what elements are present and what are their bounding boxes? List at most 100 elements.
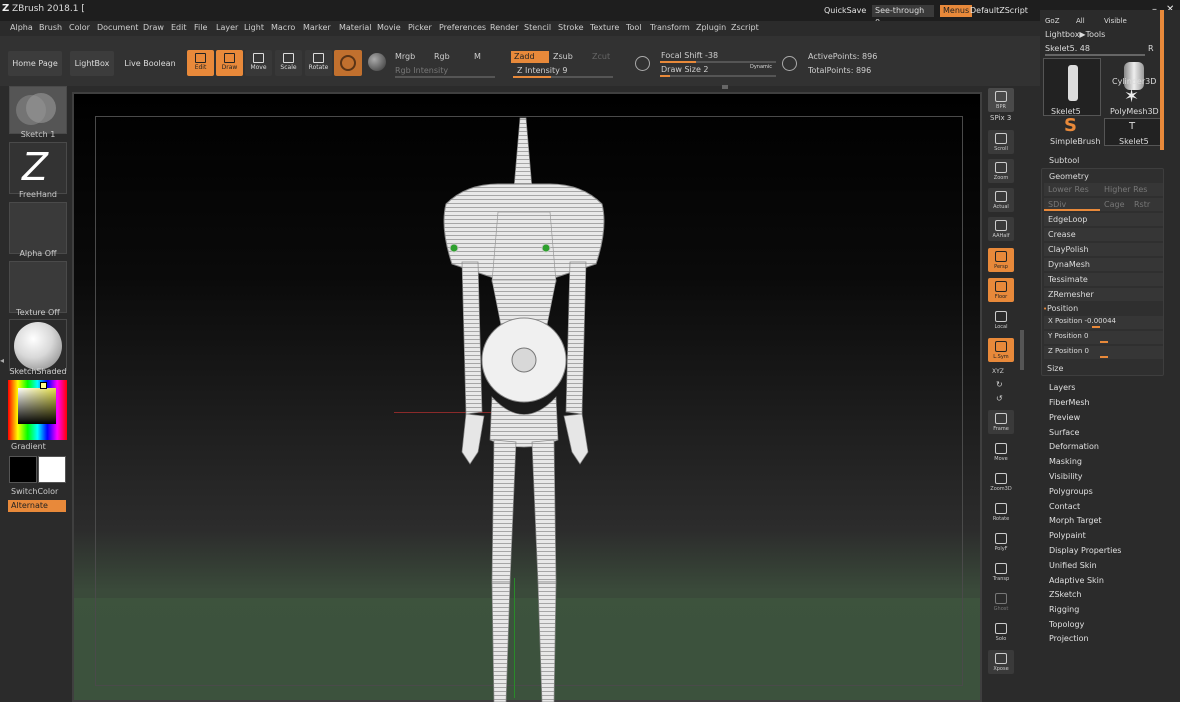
- shelf-resize-handle[interactable]: [722, 85, 728, 89]
- quicksave-button[interactable]: QuickSave: [824, 6, 866, 15]
- color-square[interactable]: [18, 388, 56, 424]
- collapse-arrow-icon[interactable]: ◂: [0, 356, 4, 368]
- menu-tool[interactable]: Tool: [626, 23, 642, 32]
- cage-button[interactable]: Cage: [1104, 200, 1125, 209]
- menu-edit[interactable]: Edit: [171, 23, 187, 32]
- zremesher-button[interactable]: ZRemesher: [1044, 288, 1163, 301]
- focal-shift-slider[interactable]: Focal Shift -38: [661, 51, 718, 60]
- menu-zscript[interactable]: Zscript: [731, 23, 759, 32]
- frame-button[interactable]: Frame: [988, 410, 1014, 434]
- zadd-toggle[interactable]: Zadd: [511, 51, 549, 63]
- claypolish-button[interactable]: ClayPolish: [1044, 243, 1163, 256]
- home-page-button[interactable]: Home Page: [8, 51, 62, 76]
- lightbox-button[interactable]: LightBox: [70, 51, 114, 76]
- scroll-button[interactable]: Scroll: [988, 130, 1014, 154]
- unified-skin-section[interactable]: Unified Skin: [1049, 561, 1097, 570]
- material-sphere-button[interactable]: [334, 50, 362, 76]
- edit-mode-button[interactable]: Edit: [187, 50, 214, 76]
- y-rotation-icon[interactable]: ↻: [996, 380, 1003, 389]
- layers-section[interactable]: Layers: [1049, 383, 1075, 392]
- draw-mode-button[interactable]: Draw: [216, 50, 243, 76]
- alternate-button[interactable]: Alternate: [8, 500, 66, 512]
- preview-section[interactable]: Preview: [1049, 413, 1080, 422]
- bpr-button[interactable]: BPR: [988, 88, 1014, 112]
- size-section[interactable]: Size: [1047, 364, 1063, 373]
- menu-material[interactable]: Material: [339, 23, 372, 32]
- z-intensity-slider[interactable]: Z Intensity 9: [517, 66, 567, 75]
- menu-stroke[interactable]: Stroke: [558, 23, 584, 32]
- lsym-button[interactable]: L.Sym: [988, 338, 1014, 362]
- see-through-slider[interactable]: See-through 0: [872, 5, 934, 27]
- xpose-button[interactable]: Xpose: [988, 650, 1014, 674]
- crease-button[interactable]: Crease: [1044, 228, 1163, 241]
- rgb-intensity-slider[interactable]: Rgb Intensity: [395, 66, 448, 75]
- menu-alpha[interactable]: Alpha: [10, 23, 33, 32]
- skelet-count-slider[interactable]: Skelet5. 48: [1045, 44, 1090, 53]
- texture-thumb[interactable]: [9, 261, 67, 313]
- zoom-button[interactable]: Zoom: [988, 159, 1014, 183]
- x-position-slider[interactable]: X Position -0.00044: [1044, 316, 1163, 329]
- menu-zplugin[interactable]: Zplugin: [696, 23, 726, 32]
- contact-section[interactable]: Contact: [1049, 502, 1080, 511]
- zcut-toggle[interactable]: Zcut: [592, 52, 610, 61]
- morph-target-section[interactable]: Morph Target: [1049, 516, 1102, 525]
- skeleton-model[interactable]: [374, 112, 674, 702]
- display-properties-section[interactable]: Display Properties: [1049, 546, 1121, 555]
- move-view-button[interactable]: Move: [988, 440, 1014, 464]
- menu-picker[interactable]: Picker: [408, 23, 432, 32]
- menu-document[interactable]: Document: [97, 23, 138, 32]
- polygroups-section[interactable]: Polygroups: [1049, 487, 1093, 496]
- zsub-toggle[interactable]: Zsub: [553, 52, 573, 61]
- r-button[interactable]: R: [1148, 44, 1154, 53]
- sketch-brush-thumb[interactable]: [9, 86, 67, 134]
- canvas-viewport[interactable]: [72, 92, 982, 702]
- menu-preferences[interactable]: Preferences: [439, 23, 486, 32]
- goz-button[interactable]: GoZ: [1045, 17, 1060, 25]
- local-button[interactable]: Local: [988, 308, 1014, 332]
- menu-color[interactable]: Color: [69, 23, 90, 32]
- menu-movie[interactable]: Movie: [377, 23, 401, 32]
- freehand-stroke-thumb[interactable]: Z: [9, 142, 67, 194]
- menu-brush[interactable]: Brush: [39, 23, 62, 32]
- menu-light[interactable]: Light: [244, 23, 264, 32]
- lightbox-tools-button[interactable]: Lightbox▶Tools: [1045, 30, 1105, 39]
- color-sphere-icon[interactable]: [368, 53, 386, 71]
- aahalf-button[interactable]: AAHalf: [988, 217, 1014, 241]
- z-rotation-icon[interactable]: ↺: [996, 394, 1003, 403]
- menu-file[interactable]: File: [194, 23, 207, 32]
- menu-draw[interactable]: Draw: [143, 23, 164, 32]
- menu-stencil[interactable]: Stencil: [524, 23, 551, 32]
- focal-shift-icon[interactable]: [635, 56, 650, 71]
- edgeloop-button[interactable]: EdgeLoop: [1044, 213, 1163, 226]
- default-zscript-button[interactable]: DefaultZScript: [970, 6, 1028, 15]
- live-boolean-button[interactable]: Live Boolean: [122, 51, 178, 76]
- rgb-toggle[interactable]: Rgb: [434, 52, 450, 61]
- alpha-thumb[interactable]: [9, 202, 67, 254]
- xyz-rotation-toggle[interactable]: XYZ: [992, 368, 1004, 375]
- rotate-view-button[interactable]: Rotate: [988, 500, 1014, 524]
- higher-res-button[interactable]: Higher Res: [1104, 185, 1147, 194]
- tessimate-button[interactable]: Tessimate: [1044, 273, 1163, 286]
- transp-button[interactable]: Transp: [988, 560, 1014, 584]
- material-thumb[interactable]: [9, 319, 67, 371]
- persp-button[interactable]: Persp: [988, 248, 1014, 272]
- dynamesh-button[interactable]: DynaMesh: [1044, 258, 1163, 271]
- polyf-button[interactable]: PolyF: [988, 530, 1014, 554]
- geometry-section[interactable]: Geometry: [1049, 172, 1089, 181]
- zsketch-section[interactable]: ZSketch: [1049, 590, 1081, 599]
- spix-slider[interactable]: SPix 3: [990, 114, 1011, 122]
- actual-button[interactable]: Actual: [988, 188, 1014, 212]
- rstr-button[interactable]: Rstr: [1134, 200, 1150, 209]
- rotate-button[interactable]: Rotate: [305, 50, 332, 76]
- visible-button[interactable]: Visible: [1104, 17, 1127, 25]
- solo-button[interactable]: Solo: [988, 620, 1014, 644]
- color-picker[interactable]: [8, 380, 67, 440]
- all-button[interactable]: All: [1076, 17, 1085, 25]
- masking-section[interactable]: Masking: [1049, 457, 1082, 466]
- polypaint-section[interactable]: Polypaint: [1049, 531, 1086, 540]
- menu-transform[interactable]: Transform: [650, 23, 690, 32]
- position-section[interactable]: Position: [1047, 304, 1078, 313]
- menu-macro[interactable]: Macro: [271, 23, 295, 32]
- topology-section[interactable]: Topology: [1049, 620, 1084, 629]
- deformation-section[interactable]: Deformation: [1049, 442, 1099, 451]
